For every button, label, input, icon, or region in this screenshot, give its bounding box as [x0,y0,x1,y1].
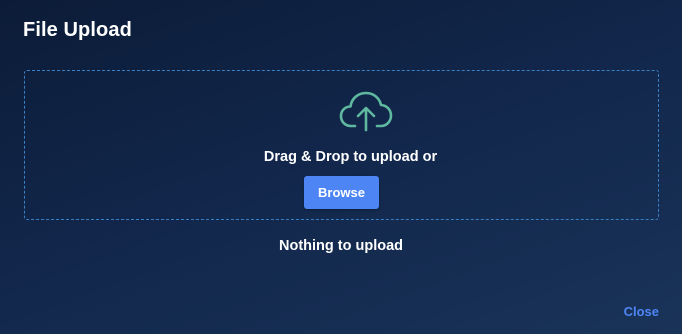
file-upload-dialog: File Upload Drag & Drop to upload or Bro… [0,0,682,334]
cloud-upload-icon [339,91,393,132]
dialog-title: File Upload [23,19,132,41]
drop-zone[interactable]: Drag & Drop to upload or Browse [24,70,659,220]
browse-button[interactable]: Browse [304,176,379,209]
upload-status: Nothing to upload [278,238,404,254]
close-button[interactable]: Close [624,304,659,319]
drop-instruction: Drag & Drop to upload or [263,149,438,165]
